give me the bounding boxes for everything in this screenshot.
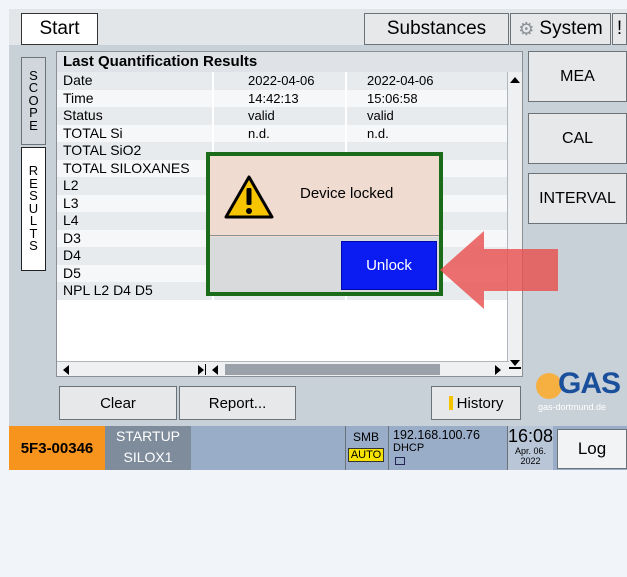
cal-button[interactable]: CAL — [528, 113, 627, 164]
device-locked-dialog: Device locked Unlock — [206, 152, 443, 296]
row-label: TOTAL SILOXANES — [63, 159, 190, 176]
row-label: Status — [63, 107, 103, 123]
vertical-scrollbar[interactable] — [507, 72, 522, 376]
network-info: 192.168.100.76 DHCP — [388, 426, 506, 470]
mea-button[interactable]: MEA — [528, 51, 627, 102]
clock-year: 2022 — [520, 456, 541, 466]
network-icon — [395, 457, 405, 465]
system-button[interactable]: ⚙ System — [510, 13, 611, 45]
horizontal-scrollbar[interactable] — [57, 361, 509, 376]
logo-url: gas-dortmund.de — [538, 402, 607, 412]
row-value: 14:42:13 — [212, 89, 345, 107]
scroll-end-marker — [509, 367, 521, 369]
system-label: System — [539, 18, 603, 39]
scroll-left-icon[interactable] — [63, 365, 69, 375]
tab-scope[interactable]: SCOPE — [21, 57, 46, 145]
scroll-down-icon[interactable] — [510, 360, 520, 366]
row-value: n.d. — [345, 124, 509, 142]
warning-icon — [224, 175, 274, 219]
row-value: n.d. — [212, 124, 345, 142]
device-screen: Start Substances ⚙ System ! SCOPE RESULT… — [9, 9, 627, 470]
clear-button[interactable]: Clear — [59, 386, 177, 420]
interval-button[interactable]: INTERVAL — [528, 173, 627, 224]
smb-label: SMB — [352, 430, 379, 444]
ip-address: 192.168.100.76 — [393, 428, 480, 442]
history-button[interactable]: History — [431, 386, 521, 420]
smb-indicator: SMB AUTO — [346, 426, 386, 470]
row-label: TOTAL Si — [63, 124, 123, 141]
scroll-right-icon[interactable] — [198, 365, 204, 375]
row-value: 15:06:58 — [345, 89, 509, 107]
gear-icon: ⚙ — [518, 18, 535, 39]
row-value: 2022-04-06 — [212, 72, 345, 90]
logo-text: GAS — [558, 367, 621, 400]
row-value: valid — [345, 107, 509, 125]
results-title: Last Quantification Results — [57, 52, 522, 72]
row-value: valid — [212, 107, 345, 125]
status-message-area — [191, 426, 346, 470]
unlock-button[interactable]: Unlock — [341, 241, 437, 290]
table-row: Date 2022-04-06 2022-04-06 — [57, 72, 509, 90]
log-button[interactable]: Log — [557, 429, 627, 469]
dhcp-label: DHCP — [393, 442, 425, 454]
clock: 16:08 Apr. 06. 2022 — [507, 426, 553, 470]
row-label: TOTAL SiO2 — [63, 142, 142, 158]
top-bar: Start Substances ⚙ System ! — [9, 9, 627, 45]
history-label: History — [456, 394, 504, 412]
clock-time: 16:08 — [508, 426, 554, 446]
dialog-message-area: Device locked — [210, 156, 439, 236]
dialog-button-area: Unlock — [210, 237, 439, 292]
row-label: NPL L2 D4 D5 — [63, 282, 153, 298]
status-bar: 5F3-00346 STARTUP SILOX1 SMB AUTO 192.16… — [9, 426, 627, 470]
scroll-separator — [205, 364, 206, 375]
report-button[interactable]: Report... — [179, 386, 296, 420]
row-label: Date — [63, 72, 93, 88]
row-label: L3 — [63, 194, 79, 211]
results-letter: S — [29, 238, 38, 254]
history-marker-icon — [448, 396, 453, 410]
start-button[interactable]: Start — [21, 13, 98, 45]
table-row: TOTAL Si n.d. n.d. — [57, 124, 509, 142]
scroll-right-icon[interactable] — [495, 365, 501, 375]
table-row: Time 14:42:13 15:06:58 — [57, 89, 509, 107]
clock-date: Apr. 06. — [514, 446, 547, 456]
dialog-message: Device locked — [300, 185, 394, 202]
scroll-up-icon[interactable] — [510, 77, 520, 83]
tab-results[interactable]: RESULTS — [21, 147, 46, 271]
scope-letter: E — [29, 117, 38, 133]
row-label: D3 — [63, 229, 81, 246]
substances-button[interactable]: Substances — [364, 13, 509, 45]
table-row: Status valid valid — [57, 107, 509, 125]
auto-badge: AUTO — [347, 448, 385, 462]
row-label: L2 — [63, 177, 79, 193]
row-label: Time — [63, 89, 94, 106]
serial-number: 5F3-00346 — [9, 426, 105, 470]
scroll-thumb[interactable] — [225, 364, 440, 375]
row-value: 2022-04-06 — [345, 72, 509, 90]
mode-method: SILOX1 — [123, 449, 173, 465]
red-arrow-icon — [440, 231, 558, 309]
mode-state: STARTUP — [115, 428, 181, 444]
row-label: L4 — [63, 212, 79, 228]
mode-indicator: STARTUP SILOX1 — [105, 426, 191, 470]
alert-button[interactable]: ! — [612, 13, 627, 45]
gas-logo: GAS gas-dortmund.de — [536, 365, 626, 413]
row-label: D5 — [63, 264, 81, 281]
scroll-left-icon[interactable] — [212, 365, 218, 375]
row-label: D4 — [63, 247, 81, 263]
